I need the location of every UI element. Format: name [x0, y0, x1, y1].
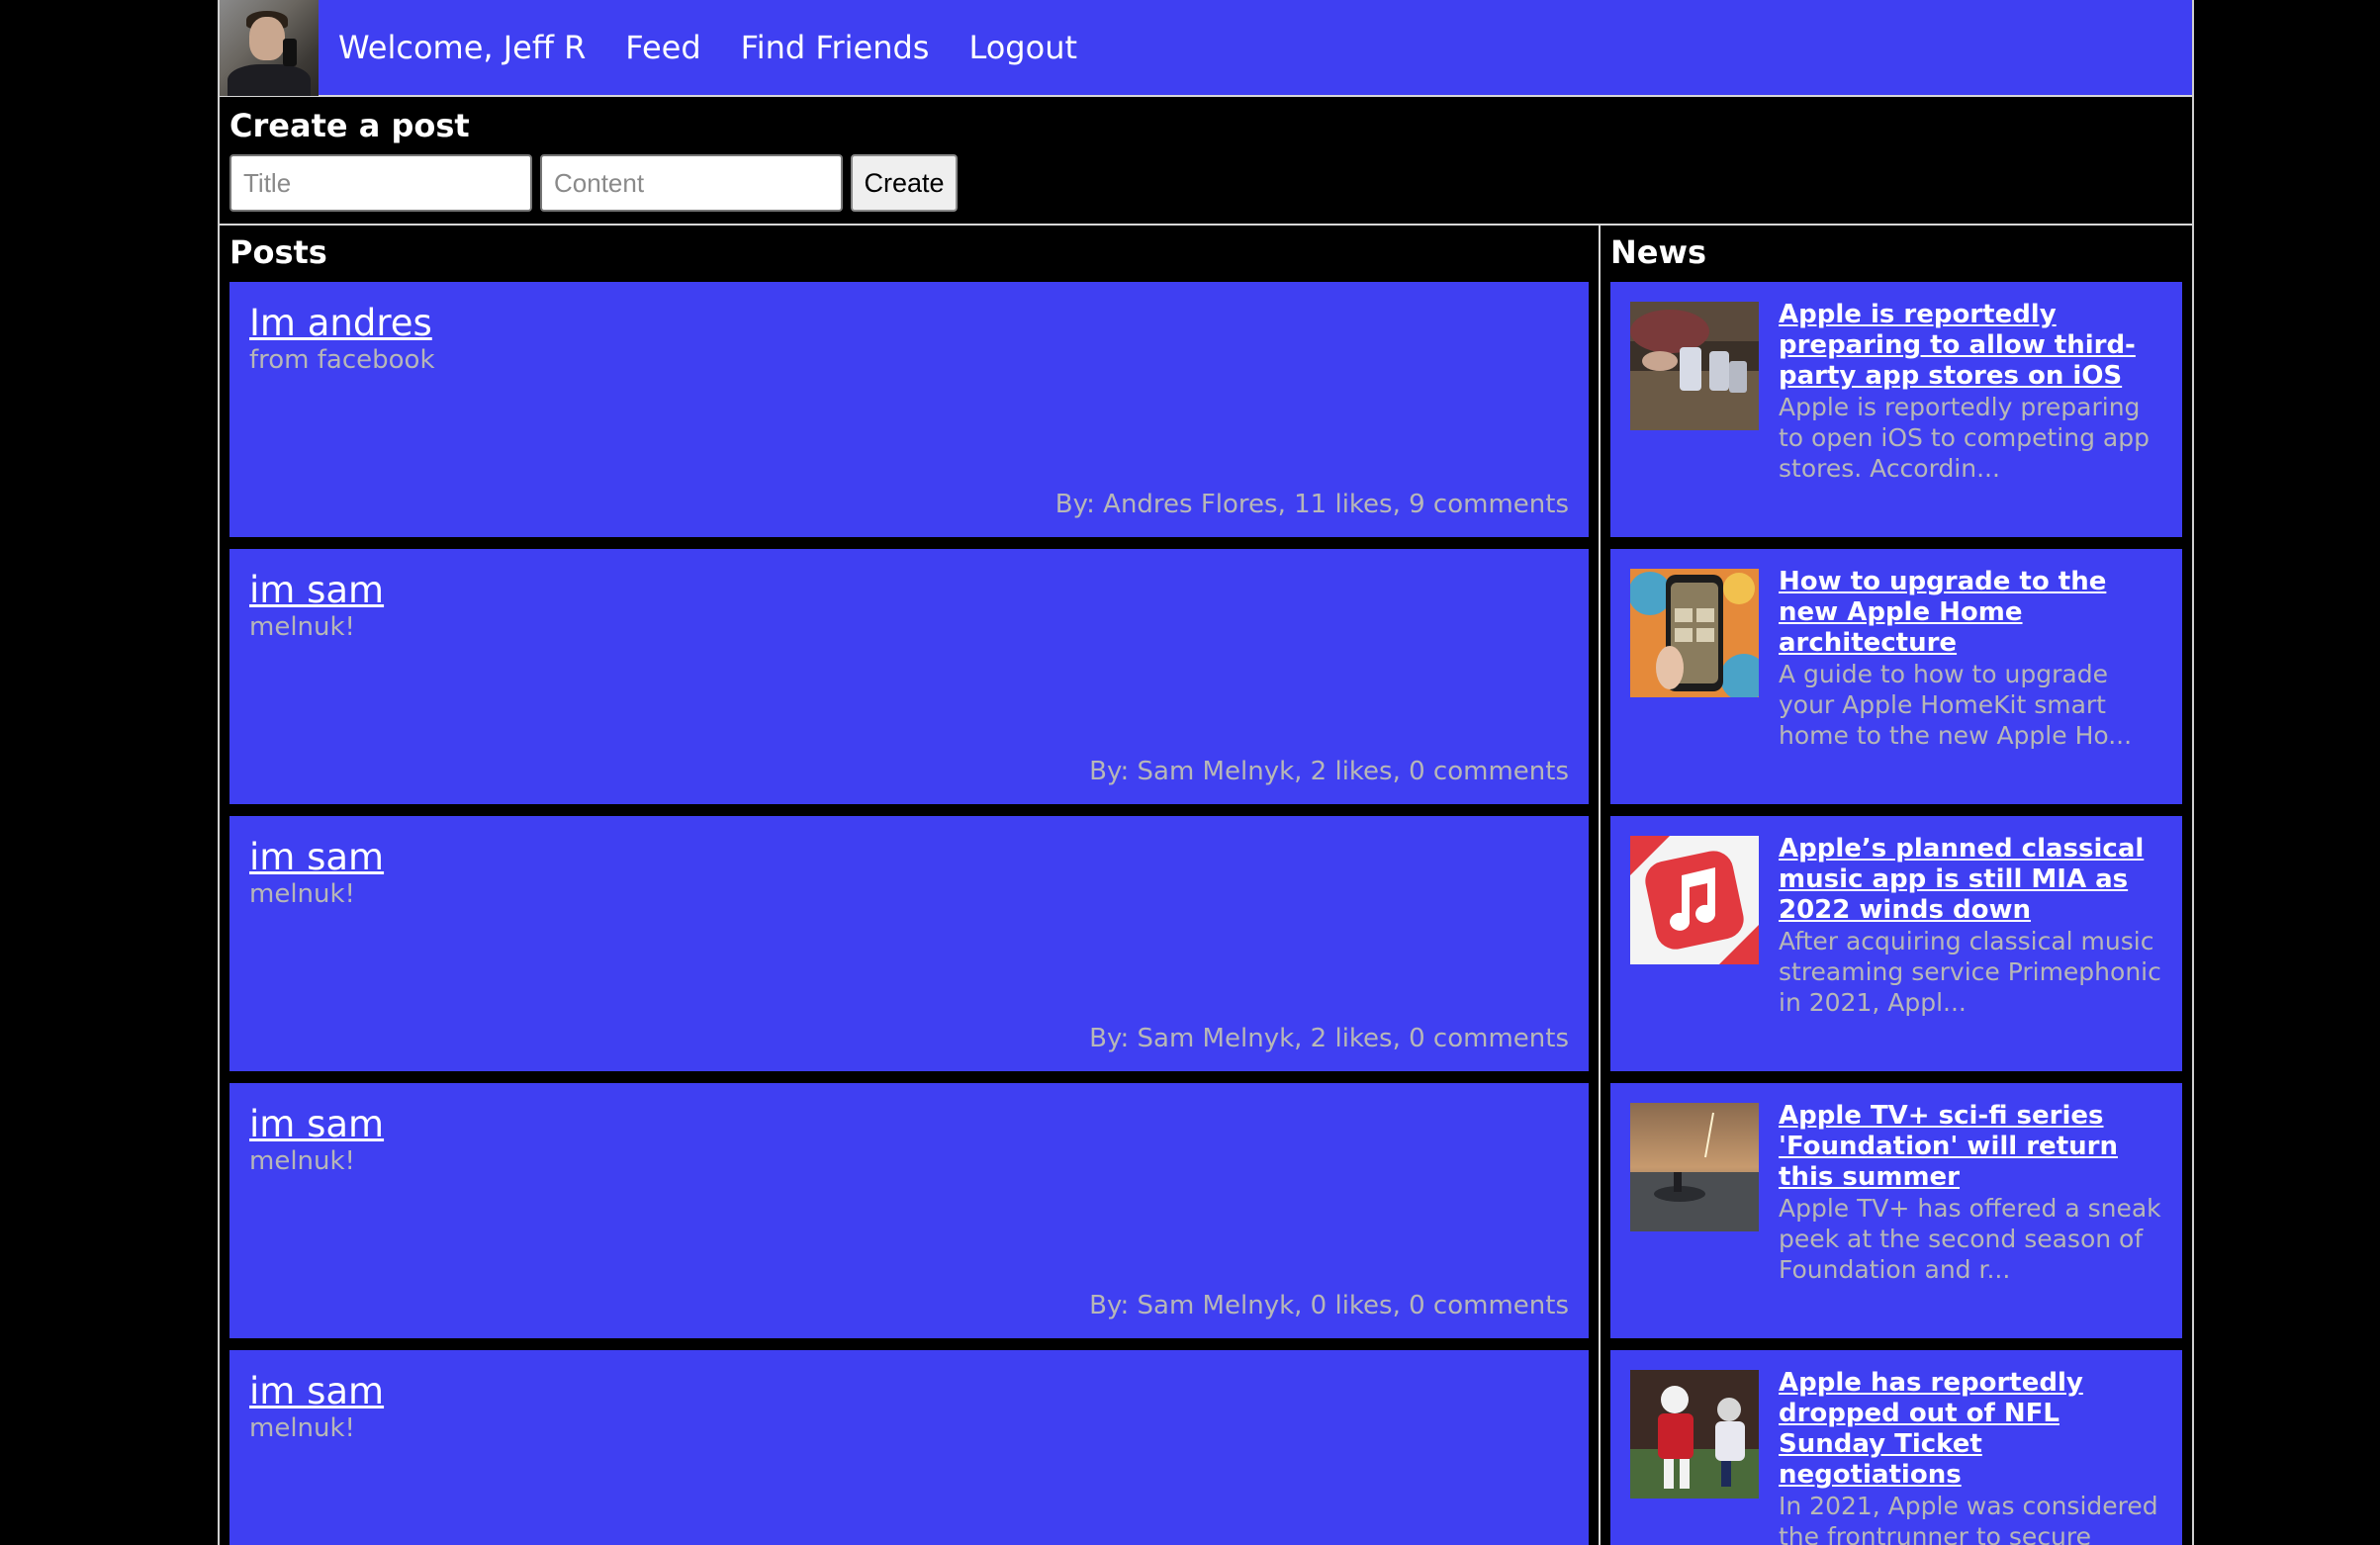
nav-logout-link[interactable]: Logout	[968, 29, 1077, 66]
post-title-link[interactable]: im sam	[249, 1370, 384, 1412]
create-post-button[interactable]: Create	[851, 154, 958, 212]
nav-find-friends-link[interactable]: Find Friends	[741, 29, 930, 66]
create-post-section: Create a post Create	[220, 97, 2192, 226]
post-meta: By: Sam Melnyk, 2 likes, 0 comments	[1089, 757, 1569, 786]
post-content: melnuk!	[249, 1146, 355, 1176]
post-card: im sam melnuk! By: Sam Melnyk, 2 likes, …	[229, 816, 1589, 1071]
news-thumbnail-phones	[1630, 302, 1759, 430]
news-card: Apple’s planned classical music app is s…	[1610, 816, 2182, 1071]
news-description: A guide to how to upgrade your Apple Hom…	[1779, 660, 2133, 750]
create-post-form: Create	[229, 154, 958, 212]
news-description: Apple TV+ has offered a sneak peek at th…	[1779, 1194, 2161, 1284]
news-text: Apple is reportedly preparing to allow t…	[1779, 300, 2166, 484]
news-text: Apple’s planned classical music app is s…	[1779, 834, 2166, 1018]
nav-links: Welcome, Jeff R Feed Find Friends Logout	[338, 29, 1117, 66]
news-thumbnail-football	[1630, 1370, 1759, 1499]
post-card: Im andres from facebook By: Andres Flore…	[229, 282, 1589, 537]
news-title-link[interactable]: How to upgrade to the new Apple Home arc…	[1779, 567, 2166, 659]
news-text: Apple has reportedly dropped out of NFL …	[1779, 1368, 2166, 1545]
post-card: im sam melnuk! By: Sam Melnyk, 0 likes, …	[229, 1083, 1589, 1338]
avatar-phone	[283, 39, 297, 66]
news-description: After acquiring classical music streamin…	[1779, 927, 2161, 1017]
news-title-link[interactable]: Apple is reportedly preparing to allow t…	[1779, 300, 2166, 392]
post-content: melnuk!	[249, 612, 355, 642]
news-card: Apple is reportedly preparing to allow t…	[1610, 282, 2182, 537]
post-content-input[interactable]	[540, 154, 843, 212]
news-thumbnail-home-app	[1630, 569, 1759, 697]
news-thumbnail-seascape	[1630, 1103, 1759, 1231]
news-description: In 2021, Apple was considered the frontr…	[1779, 1492, 2158, 1545]
news-title-link[interactable]: Apple’s planned classical music app is s…	[1779, 834, 2166, 926]
news-text: How to upgrade to the new Apple Home arc…	[1779, 567, 2166, 751]
post-meta: By: Sam Melnyk, 0 likes, 0 comments	[1089, 1291, 1569, 1320]
user-avatar[interactable]	[220, 0, 319, 96]
news-heading: News	[1610, 233, 1707, 271]
avatar-face	[249, 17, 285, 60]
news-text: Apple TV+ sci-fi series 'Foundation' wil…	[1779, 1101, 2166, 1285]
navbar: Welcome, Jeff R Feed Find Friends Logout	[220, 0, 2192, 97]
post-meta: By: Andres Flores, 11 likes, 9 comments	[1054, 490, 1569, 519]
welcome-text: Welcome, Jeff R	[338, 29, 587, 66]
news-card: How to upgrade to the new Apple Home arc…	[1610, 549, 2182, 804]
news-title-link[interactable]: Apple has reportedly dropped out of NFL …	[1779, 1368, 2166, 1491]
post-title-input[interactable]	[229, 154, 532, 212]
news-card: Apple has reportedly dropped out of NFL …	[1610, 1350, 2182, 1545]
post-content: melnuk!	[249, 1413, 355, 1443]
posts-heading: Posts	[229, 233, 327, 271]
news-title-link[interactable]: Apple TV+ sci-fi series 'Foundation' wil…	[1779, 1101, 2166, 1193]
app-container: Welcome, Jeff R Feed Find Friends Logout…	[218, 0, 2194, 1545]
post-content: from facebook	[249, 345, 435, 375]
news-card: Apple TV+ sci-fi series 'Foundation' wil…	[1610, 1083, 2182, 1338]
post-title-link[interactable]: im sam	[249, 569, 384, 611]
post-meta: By: Sam Melnyk, 2 likes, 0 comments	[1089, 1024, 1569, 1053]
post-title-link[interactable]: im sam	[249, 836, 384, 878]
news-column: News Apple is reportedly preparing to al…	[1601, 226, 2192, 1545]
avatar-shirt	[228, 64, 311, 96]
post-title-link[interactable]: Im andres	[249, 302, 432, 344]
create-post-heading: Create a post	[229, 107, 470, 144]
news-description: Apple is reportedly preparing to open iO…	[1779, 393, 2150, 483]
nav-feed-link[interactable]: Feed	[625, 29, 700, 66]
news-thumbnail-music-icon	[1630, 836, 1759, 964]
post-card: im sam melnuk! By: Sam Melnyk, 2 likes, …	[229, 549, 1589, 804]
post-card: im sam melnuk!	[229, 1350, 1589, 1545]
post-content: melnuk!	[249, 879, 355, 909]
posts-column: Posts Im andres from facebook By: Andres…	[220, 226, 1601, 1545]
post-title-link[interactable]: im sam	[249, 1103, 384, 1145]
